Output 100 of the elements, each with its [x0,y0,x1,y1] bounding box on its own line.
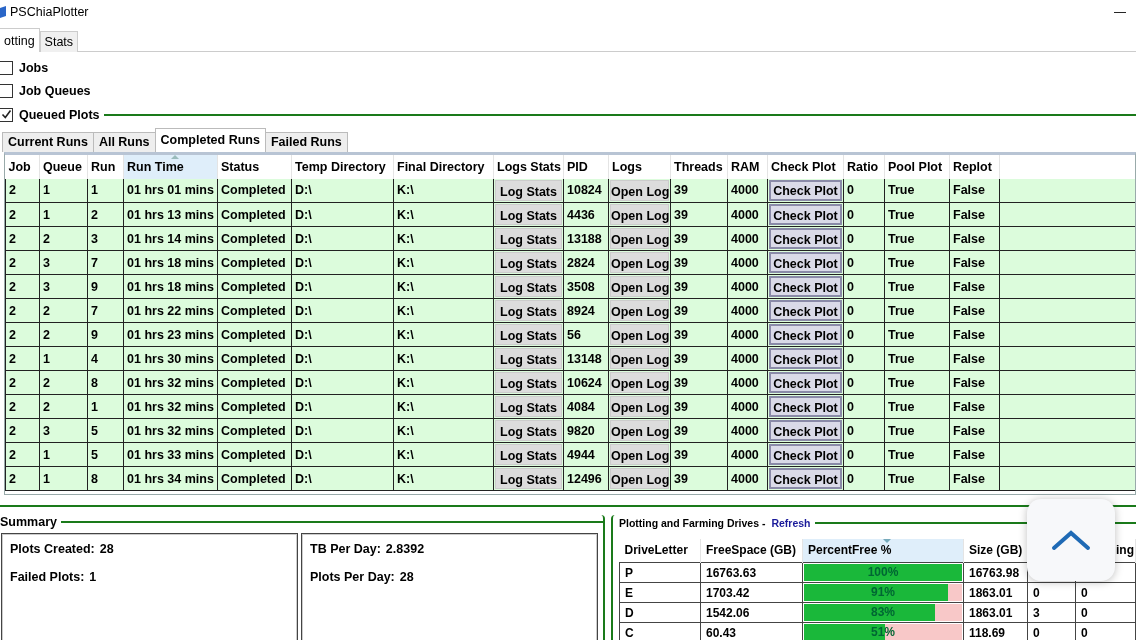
table-cell: True [888,231,915,246]
grid-button[interactable]: Open Log [610,468,669,489]
check-plot-button[interactable]: Check Plot [769,420,842,441]
grid-button[interactable]: Open Log [610,179,669,201]
table-cell: 1 [43,207,50,222]
minimize-button[interactable]: — [1104,5,1136,19]
column-header[interactable]: Logs Stats [493,154,564,179]
table-cell: 4084 [567,399,595,414]
grid-button[interactable]: Log Stats [495,204,562,225]
grid-button[interactable]: Open Log [610,228,669,249]
grid-button[interactable]: Open Log [610,252,669,273]
table-cell: 9 [91,279,98,294]
tab[interactable]: Stats [39,31,79,52]
column-header[interactable]: Final Directory [393,154,494,179]
grid-button[interactable]: Open Log [610,300,669,321]
check-plot-button[interactable]: Check Plot [769,300,842,321]
check-plot-button[interactable]: Check Plot [769,276,842,297]
grid-button[interactable]: Log Stats [495,420,562,441]
grid-button[interactable]: Open Log [610,396,669,417]
grid-button[interactable]: Open Log [610,204,669,225]
column-header[interactable]: Run Time [123,154,218,179]
refresh-link[interactable]: Refresh [771,516,811,529]
table-cell: 4000 [731,471,759,486]
table-cell: 01 hrs 13 mins [127,207,214,222]
grid-button[interactable]: Open Log [610,276,669,297]
grid-button[interactable]: Log Stats [495,348,562,369]
check-plot-button[interactable]: Check Plot [769,204,842,225]
table-cell: 118.69 [969,625,1006,640]
column-header[interactable]: Logs [608,154,671,179]
column-header[interactable]: ing [1116,543,1134,558]
table-cell: 01 hrs 23 mins [127,327,214,342]
check-plot-button[interactable]: Check Plot [769,252,842,273]
table-cell: K:\ [397,231,414,246]
column-header[interactable]: Run [87,154,124,179]
grid-button[interactable]: Log Stats [495,276,562,297]
grid-button[interactable]: Log Stats [495,372,562,393]
column-header[interactable]: Job [5,154,40,179]
table-cell: 0 [847,231,854,246]
table-cell: False [953,207,985,222]
table-cell: 0 [847,279,854,294]
table-cell: 0 [847,447,854,462]
check-plot-button[interactable]: Check Plot [769,396,842,417]
table-cell: 0 [847,183,854,198]
sort-caret-icon [883,538,891,543]
column-header[interactable]: PercentFree % [802,538,964,563]
grid-button[interactable]: Log Stats [495,444,562,465]
column-header[interactable]: PID [563,154,609,179]
grid-button[interactable]: Open Log [610,420,669,441]
column-header[interactable]: DriveLetter [619,538,701,563]
check-plot-button[interactable]: Check Plot [769,179,842,201]
table-cell: 1 [43,183,50,198]
grid-button[interactable]: Log Stats [495,468,562,489]
tab[interactable]: otting [0,28,40,52]
check-plot-button[interactable]: Check Plot [769,228,842,249]
column-header[interactable]: FreeSpace (GB) [700,538,803,563]
checkbox[interactable] [0,60,13,75]
scroll-to-top-button[interactable] [1027,498,1115,581]
section-label: Queued Plots [19,107,100,122]
table-cell: True [888,327,915,342]
grid-button[interactable]: Log Stats [495,300,562,321]
check-plot-button[interactable]: Check Plot [769,324,842,345]
grid-button[interactable]: Log Stats [495,396,562,417]
tab[interactable]: Current Runs [2,131,94,152]
grid-button[interactable]: Log Stats [495,324,562,345]
grid-button[interactable]: Log Stats [495,228,562,249]
table-cell: K:\ [397,375,414,390]
checkbox[interactable] [0,84,13,99]
column-header[interactable]: Ratio [843,154,885,179]
column-header[interactable]: Replot [949,154,1000,179]
table-cell: 01 hrs 34 mins [127,471,214,486]
column-header[interactable]: RAM [727,154,768,179]
grid-button[interactable]: Open Log [610,324,669,345]
stat-value: 28 [99,541,114,558]
grid-button[interactable]: Open Log [610,444,669,465]
column-header[interactable]: Threads [670,154,728,179]
table-cell: 39 [674,303,688,318]
check-plot-button[interactable]: Check Plot [769,444,842,465]
grid-button[interactable]: Log Stats [495,252,562,273]
table-cell: 01 hrs 32 mins [127,423,214,438]
check-plot-button[interactable]: Check Plot [769,348,842,369]
tab[interactable]: Failed Runs [264,131,348,152]
table-cell: 8 [91,471,98,486]
check-plot-button[interactable]: Check Plot [769,372,842,393]
column-header[interactable]: Status [217,154,292,179]
column-header[interactable]: Temp Directory [291,154,394,179]
table-cell: 0 [1081,585,1088,600]
column-header[interactable]: Check Plot [767,154,844,179]
table-cell: K:\ [397,303,414,318]
table-cell: 01 hrs 33 mins [127,447,214,462]
tab[interactable]: All Runs [92,131,156,152]
column-header[interactable]: Queue [39,154,88,179]
check-plot-button[interactable]: Check Plot [769,468,842,489]
table-cell: D:\ [295,351,312,366]
grid-button[interactable]: Open Log [610,372,669,393]
checkbox[interactable] [0,107,13,122]
column-header[interactable]: Pool Plot [884,154,950,179]
table-cell: False [953,231,985,246]
table-cell: 4 [91,351,98,366]
grid-button[interactable]: Log Stats [495,179,562,201]
grid-button[interactable]: Open Log [610,348,669,369]
